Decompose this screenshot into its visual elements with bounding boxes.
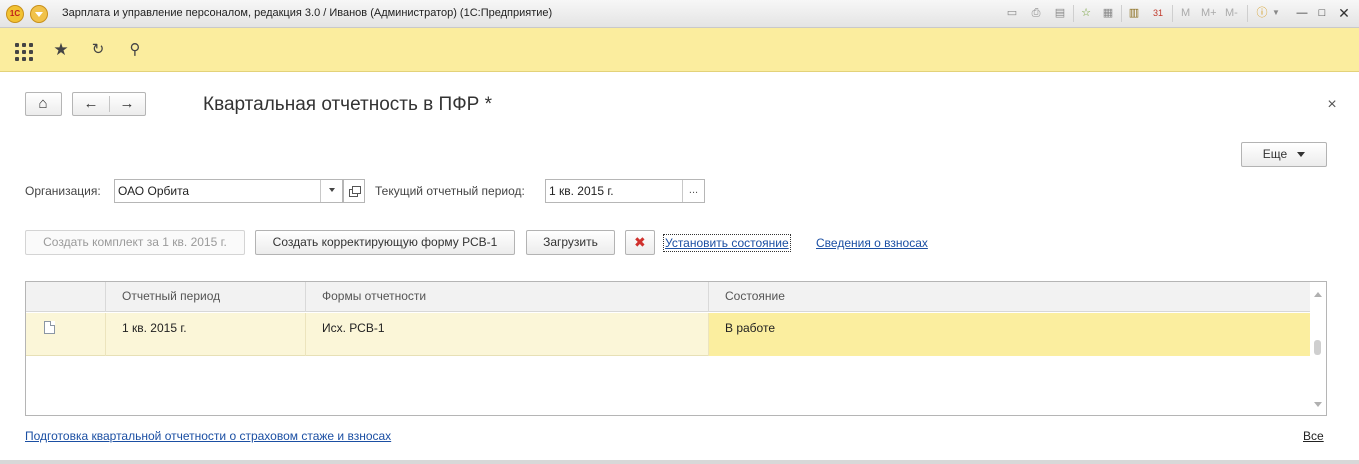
form-title: Квартальная отчетность в ПФР *	[203, 94, 492, 115]
toolbar-separator	[1172, 5, 1173, 22]
close-window-icon[interactable]: ✕	[1336, 5, 1352, 21]
toolbar-separator	[1073, 5, 1074, 22]
row-form-cell[interactable]: Исх. РСВ-1	[306, 313, 709, 356]
row-state-cell[interactable]: В работе	[709, 313, 1310, 356]
window-bottom-border	[0, 460, 1359, 464]
home-button[interactable]: ⌂	[25, 92, 62, 116]
add-favorite-icon[interactable]: ☆	[1078, 5, 1094, 21]
save-icon[interactable]: ▭	[1004, 5, 1020, 21]
more-button-label: Еще	[1262, 147, 1288, 161]
organization-label: Организация:	[25, 184, 101, 198]
organization-value: ОАО Орбита	[118, 184, 190, 198]
load-button[interactable]: Загрузить	[526, 230, 615, 255]
contributions-info-link[interactable]: Сведения о взносах	[816, 236, 928, 250]
create-correction-button[interactable]: Создать корректирующую форму РСВ-1	[255, 230, 515, 255]
column-header-icon[interactable]	[26, 282, 106, 312]
calendar-icon[interactable]: 31	[1150, 5, 1166, 21]
column-header-forms[interactable]: Формы отчетности	[306, 282, 709, 312]
period-value: 1 кв. 2015 г.	[549, 184, 614, 198]
sections-menu-icon[interactable]	[15, 43, 33, 61]
navigation-buttons: ← →	[72, 92, 146, 116]
memory-minus-button[interactable]: M-	[1225, 7, 1238, 19]
dropdown-arrow-icon[interactable]	[320, 180, 342, 202]
delete-button[interactable]: ✖	[625, 230, 655, 255]
print-icon[interactable]: ⎙	[1028, 5, 1044, 21]
scroll-thumb[interactable]	[1314, 340, 1321, 355]
maximize-icon[interactable]: □	[1314, 5, 1330, 21]
column-header-state[interactable]: Состояние	[709, 282, 1310, 312]
column-header-period[interactable]: Отчетный период	[106, 282, 306, 312]
organization-field[interactable]: ОАО Орбита	[114, 179, 343, 203]
search-icon[interactable]: ⚲	[125, 40, 145, 60]
scroll-down-icon[interactable]	[1314, 402, 1322, 411]
chevron-down-icon	[1297, 152, 1306, 161]
scroll-up-icon[interactable]	[1314, 288, 1322, 297]
window-title-bar: 1С Зарплата и управление персоналом, ред…	[0, 0, 1359, 28]
home-icon: ⌂	[38, 95, 48, 112]
open-organization-icon[interactable]	[343, 179, 365, 203]
memory-m-button[interactable]: M	[1181, 7, 1190, 19]
history-clock-icon[interactable]: ↻	[88, 40, 108, 60]
memory-plus-button[interactable]: M+	[1201, 7, 1217, 19]
table-header: Отчетный период Формы отчетности Состоян…	[26, 282, 1310, 312]
set-state-link[interactable]: Установить состояние	[663, 234, 791, 252]
document-icon	[44, 321, 55, 334]
preview-icon[interactable]: ▤	[1052, 5, 1068, 21]
chevron-down-icon[interactable]: ▼	[1268, 5, 1284, 21]
history-icon[interactable]: ▦	[1100, 5, 1116, 21]
period-field[interactable]: 1 кв. 2015 г. ...	[545, 179, 705, 203]
calculator-icon[interactable]: ▥	[1126, 5, 1142, 21]
create-set-button[interactable]: Создать комплект за 1 кв. 2015 г.	[25, 230, 245, 255]
all-link[interactable]: Все	[1303, 429, 1324, 443]
row-period-cell[interactable]: 1 кв. 2015 г.	[106, 313, 306, 356]
delete-icon: ✖	[634, 234, 646, 250]
period-label: Текущий отчетный период:	[375, 184, 525, 198]
main-menu-icon[interactable]	[30, 5, 48, 23]
table-row[interactable]: 1 кв. 2015 г. Исх. РСВ-1 В работе	[26, 313, 1310, 356]
window-title: Зарплата и управление персоналом, редакц…	[62, 7, 553, 19]
quarterly-reporting-help-link[interactable]: Подготовка квартальной отчетности о стра…	[25, 429, 391, 443]
app-logo-icon[interactable]: 1С	[6, 5, 24, 23]
toolbar-separator	[1247, 5, 1248, 22]
sections-panel: ★ ↻ ⚲	[0, 28, 1359, 72]
close-form-icon[interactable]: ×	[1324, 96, 1340, 114]
back-arrow-icon[interactable]: ←	[74, 93, 108, 115]
minimize-icon[interactable]: —	[1294, 5, 1310, 21]
forward-arrow-icon[interactable]: →	[110, 93, 144, 115]
choose-period-button[interactable]: ...	[682, 180, 704, 202]
more-button[interactable]: Еще	[1241, 142, 1327, 167]
table-scrollbar[interactable]	[1310, 282, 1326, 415]
row-icon-cell	[26, 313, 106, 356]
toolbar-separator	[1121, 5, 1122, 22]
reports-table: Отчетный период Формы отчетности Состоян…	[25, 281, 1327, 416]
favorites-star-icon[interactable]: ★	[51, 40, 71, 60]
